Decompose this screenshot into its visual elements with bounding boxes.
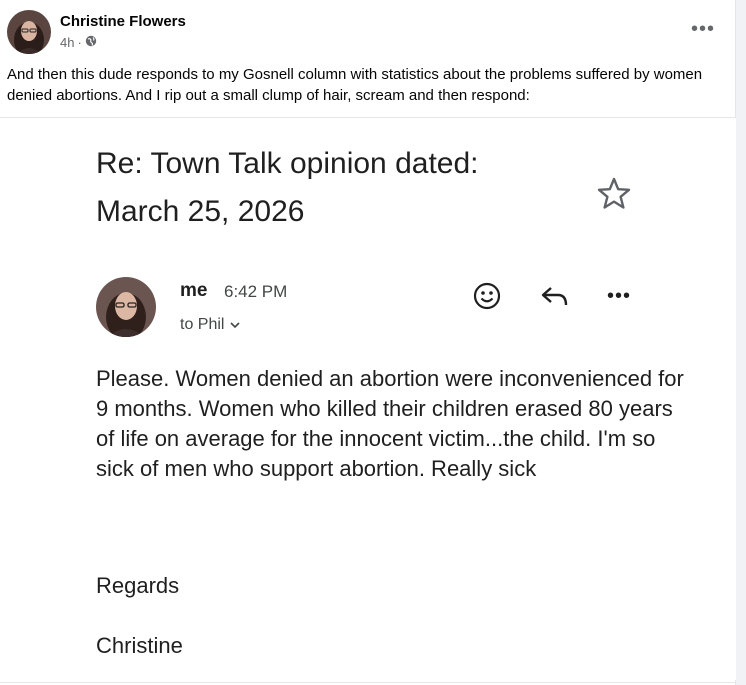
recipient-label: to Phil — [180, 316, 225, 333]
email-signature: Christine — [96, 633, 183, 658]
sender-avatar — [96, 277, 156, 337]
email-closing: Regards — [96, 573, 180, 598]
chevron-down-icon — [230, 316, 241, 334]
author-name[interactable]: Christine Flowers — [60, 13, 186, 30]
email-sender: me — [180, 280, 208, 301]
email-recipient: to Phil — [180, 316, 241, 334]
email-subject: Re: Town Talk opinion dated: March 25, 2… — [96, 147, 479, 228]
divider — [0, 682, 736, 683]
reply-icon — [538, 280, 570, 312]
emoji-icon — [471, 280, 503, 312]
email-time: 6:42 PM — [224, 282, 288, 301]
post-text: And then this dude responds to my Gosnel… — [7, 66, 703, 104]
email-body: Please. Women denied an abortion were in… — [96, 366, 684, 481]
globe-icon — [85, 35, 97, 50]
post-time[interactable]: 4h — [60, 35, 74, 50]
facebook-post-card: Christine Flowers 4h · ••• And then this… — [0, 0, 736, 685]
star-icon — [596, 176, 632, 212]
post-meta: 4h · — [60, 35, 97, 50]
email-more-icon: ••• — [606, 285, 631, 307]
meta-separator: · — [77, 35, 82, 50]
author-avatar[interactable] — [7, 10, 51, 54]
post-more-options-button[interactable]: ••• — [688, 17, 718, 41]
page-edge — [736, 0, 746, 685]
